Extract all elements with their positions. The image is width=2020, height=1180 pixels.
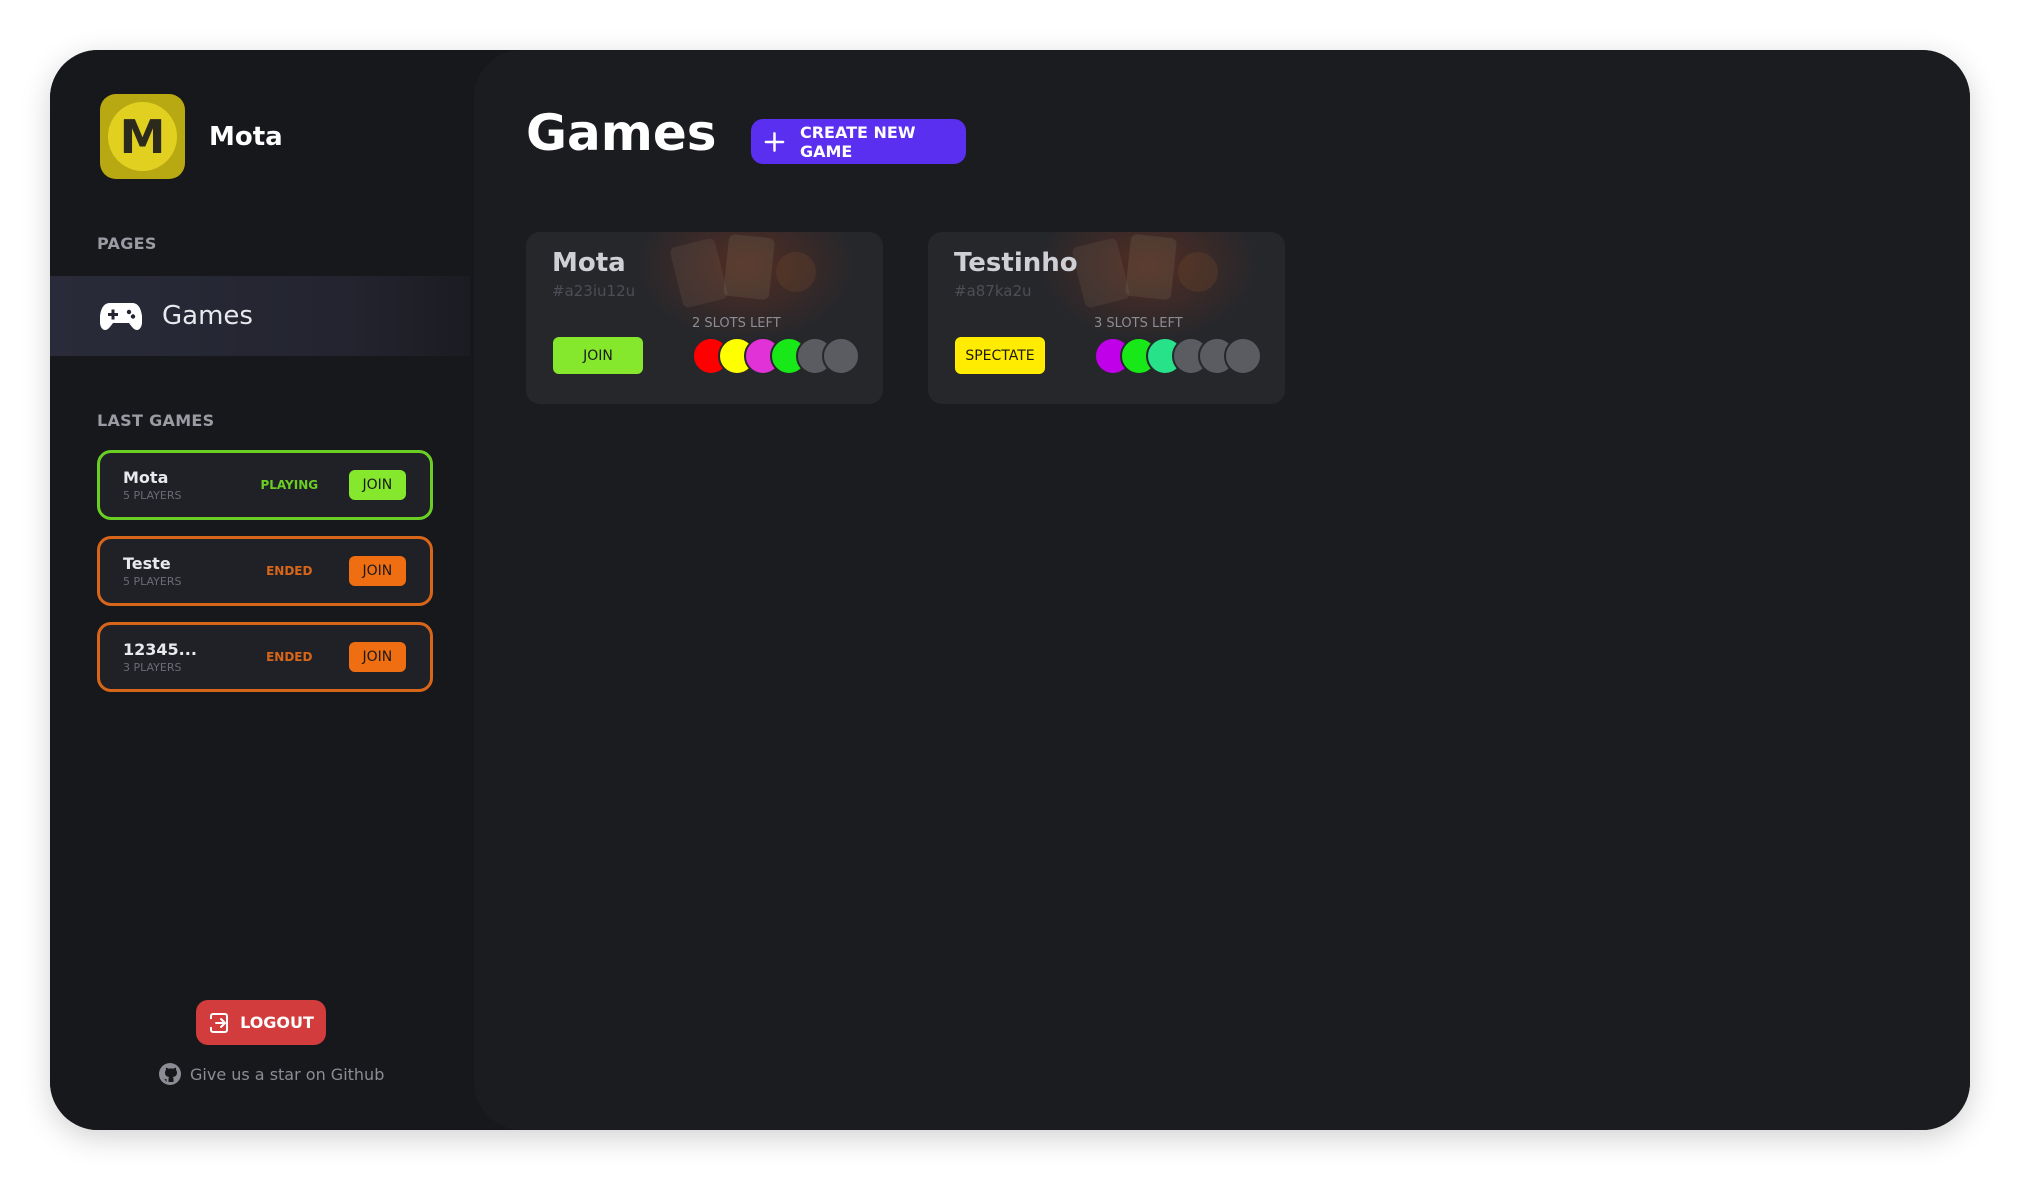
game-card[interactable]: Mota #a23iu12u JOIN 2 SLOTS LEFT xyxy=(526,232,883,404)
user-profile[interactable]: M Mota xyxy=(100,94,283,179)
join-button[interactable]: JOIN xyxy=(348,556,406,586)
app-window: M Mota PAGES Games LAST GAMES Mota 5 PLA… xyxy=(50,50,1970,1130)
pages-section-label: PAGES xyxy=(97,234,157,253)
join-button[interactable]: JOIN xyxy=(553,337,643,374)
spectate-button[interactable]: SPECTATE xyxy=(955,337,1045,374)
avatar-initial: M xyxy=(108,102,177,171)
slots-left-label: 2 SLOTS LEFT xyxy=(692,316,781,331)
avatar: M xyxy=(100,94,185,179)
create-new-game-button[interactable]: CREATE NEW GAME xyxy=(751,119,966,164)
last-game-name: 12345... xyxy=(123,640,197,659)
player-slot xyxy=(1224,337,1262,375)
last-game-players: 5 PLAYERS xyxy=(123,489,182,502)
github-label: Give us a star on Github xyxy=(190,1064,385,1084)
game-card-id: #a23iu12u xyxy=(552,282,636,300)
github-link[interactable]: Give us a star on Github xyxy=(158,1062,384,1086)
user-name: Mota xyxy=(209,121,283,152)
sidebar-item-label: Games xyxy=(162,301,253,331)
game-card-id: #a87ka2u xyxy=(954,282,1032,300)
game-card[interactable]: Testinho #a87ka2u SPECTATE 3 SLOTS LEFT xyxy=(928,232,1285,404)
last-game-players: 3 PLAYERS xyxy=(123,661,182,674)
plus-icon xyxy=(764,131,785,152)
logout-label: LOGOUT xyxy=(240,1013,314,1032)
status-badge: ENDED xyxy=(266,564,313,578)
last-game-name: Mota xyxy=(123,468,169,487)
last-game-item[interactable]: Teste 5 PLAYERS ENDED JOIN xyxy=(97,536,433,606)
last-game-players: 5 PLAYERS xyxy=(123,575,182,588)
join-button[interactable]: JOIN xyxy=(348,642,406,672)
slots-left-label: 3 SLOTS LEFT xyxy=(1094,316,1183,331)
game-card-title: Mota xyxy=(552,248,626,278)
last-game-item[interactable]: Mota 5 PLAYERS PLAYING JOIN xyxy=(97,450,433,520)
github-icon xyxy=(159,1063,181,1085)
player-slots xyxy=(1094,337,1264,375)
logout-icon xyxy=(210,1012,229,1033)
main-content: Games CREATE NEW GAME Mota #a23iu12u JOI… xyxy=(474,50,1970,1130)
last-games-section-label: LAST GAMES xyxy=(97,411,215,430)
create-new-game-label: CREATE NEW GAME xyxy=(799,122,916,161)
player-slots xyxy=(692,337,862,375)
game-card-title: Testinho xyxy=(954,248,1078,278)
status-badge: ENDED xyxy=(266,650,313,664)
sidebar: M Mota PAGES Games LAST GAMES Mota 5 PLA… xyxy=(50,50,490,1130)
last-game-item[interactable]: 12345... 3 PLAYERS ENDED JOIN xyxy=(97,622,433,692)
join-button[interactable]: JOIN xyxy=(348,470,406,500)
last-game-name: Teste xyxy=(123,554,171,573)
player-slot xyxy=(822,337,860,375)
status-badge: PLAYING xyxy=(260,478,319,492)
page-title: Games xyxy=(526,104,717,162)
logout-button[interactable]: LOGOUT xyxy=(196,1000,326,1045)
sidebar-item-games[interactable]: Games xyxy=(50,276,470,356)
gamepad-icon xyxy=(100,303,142,330)
